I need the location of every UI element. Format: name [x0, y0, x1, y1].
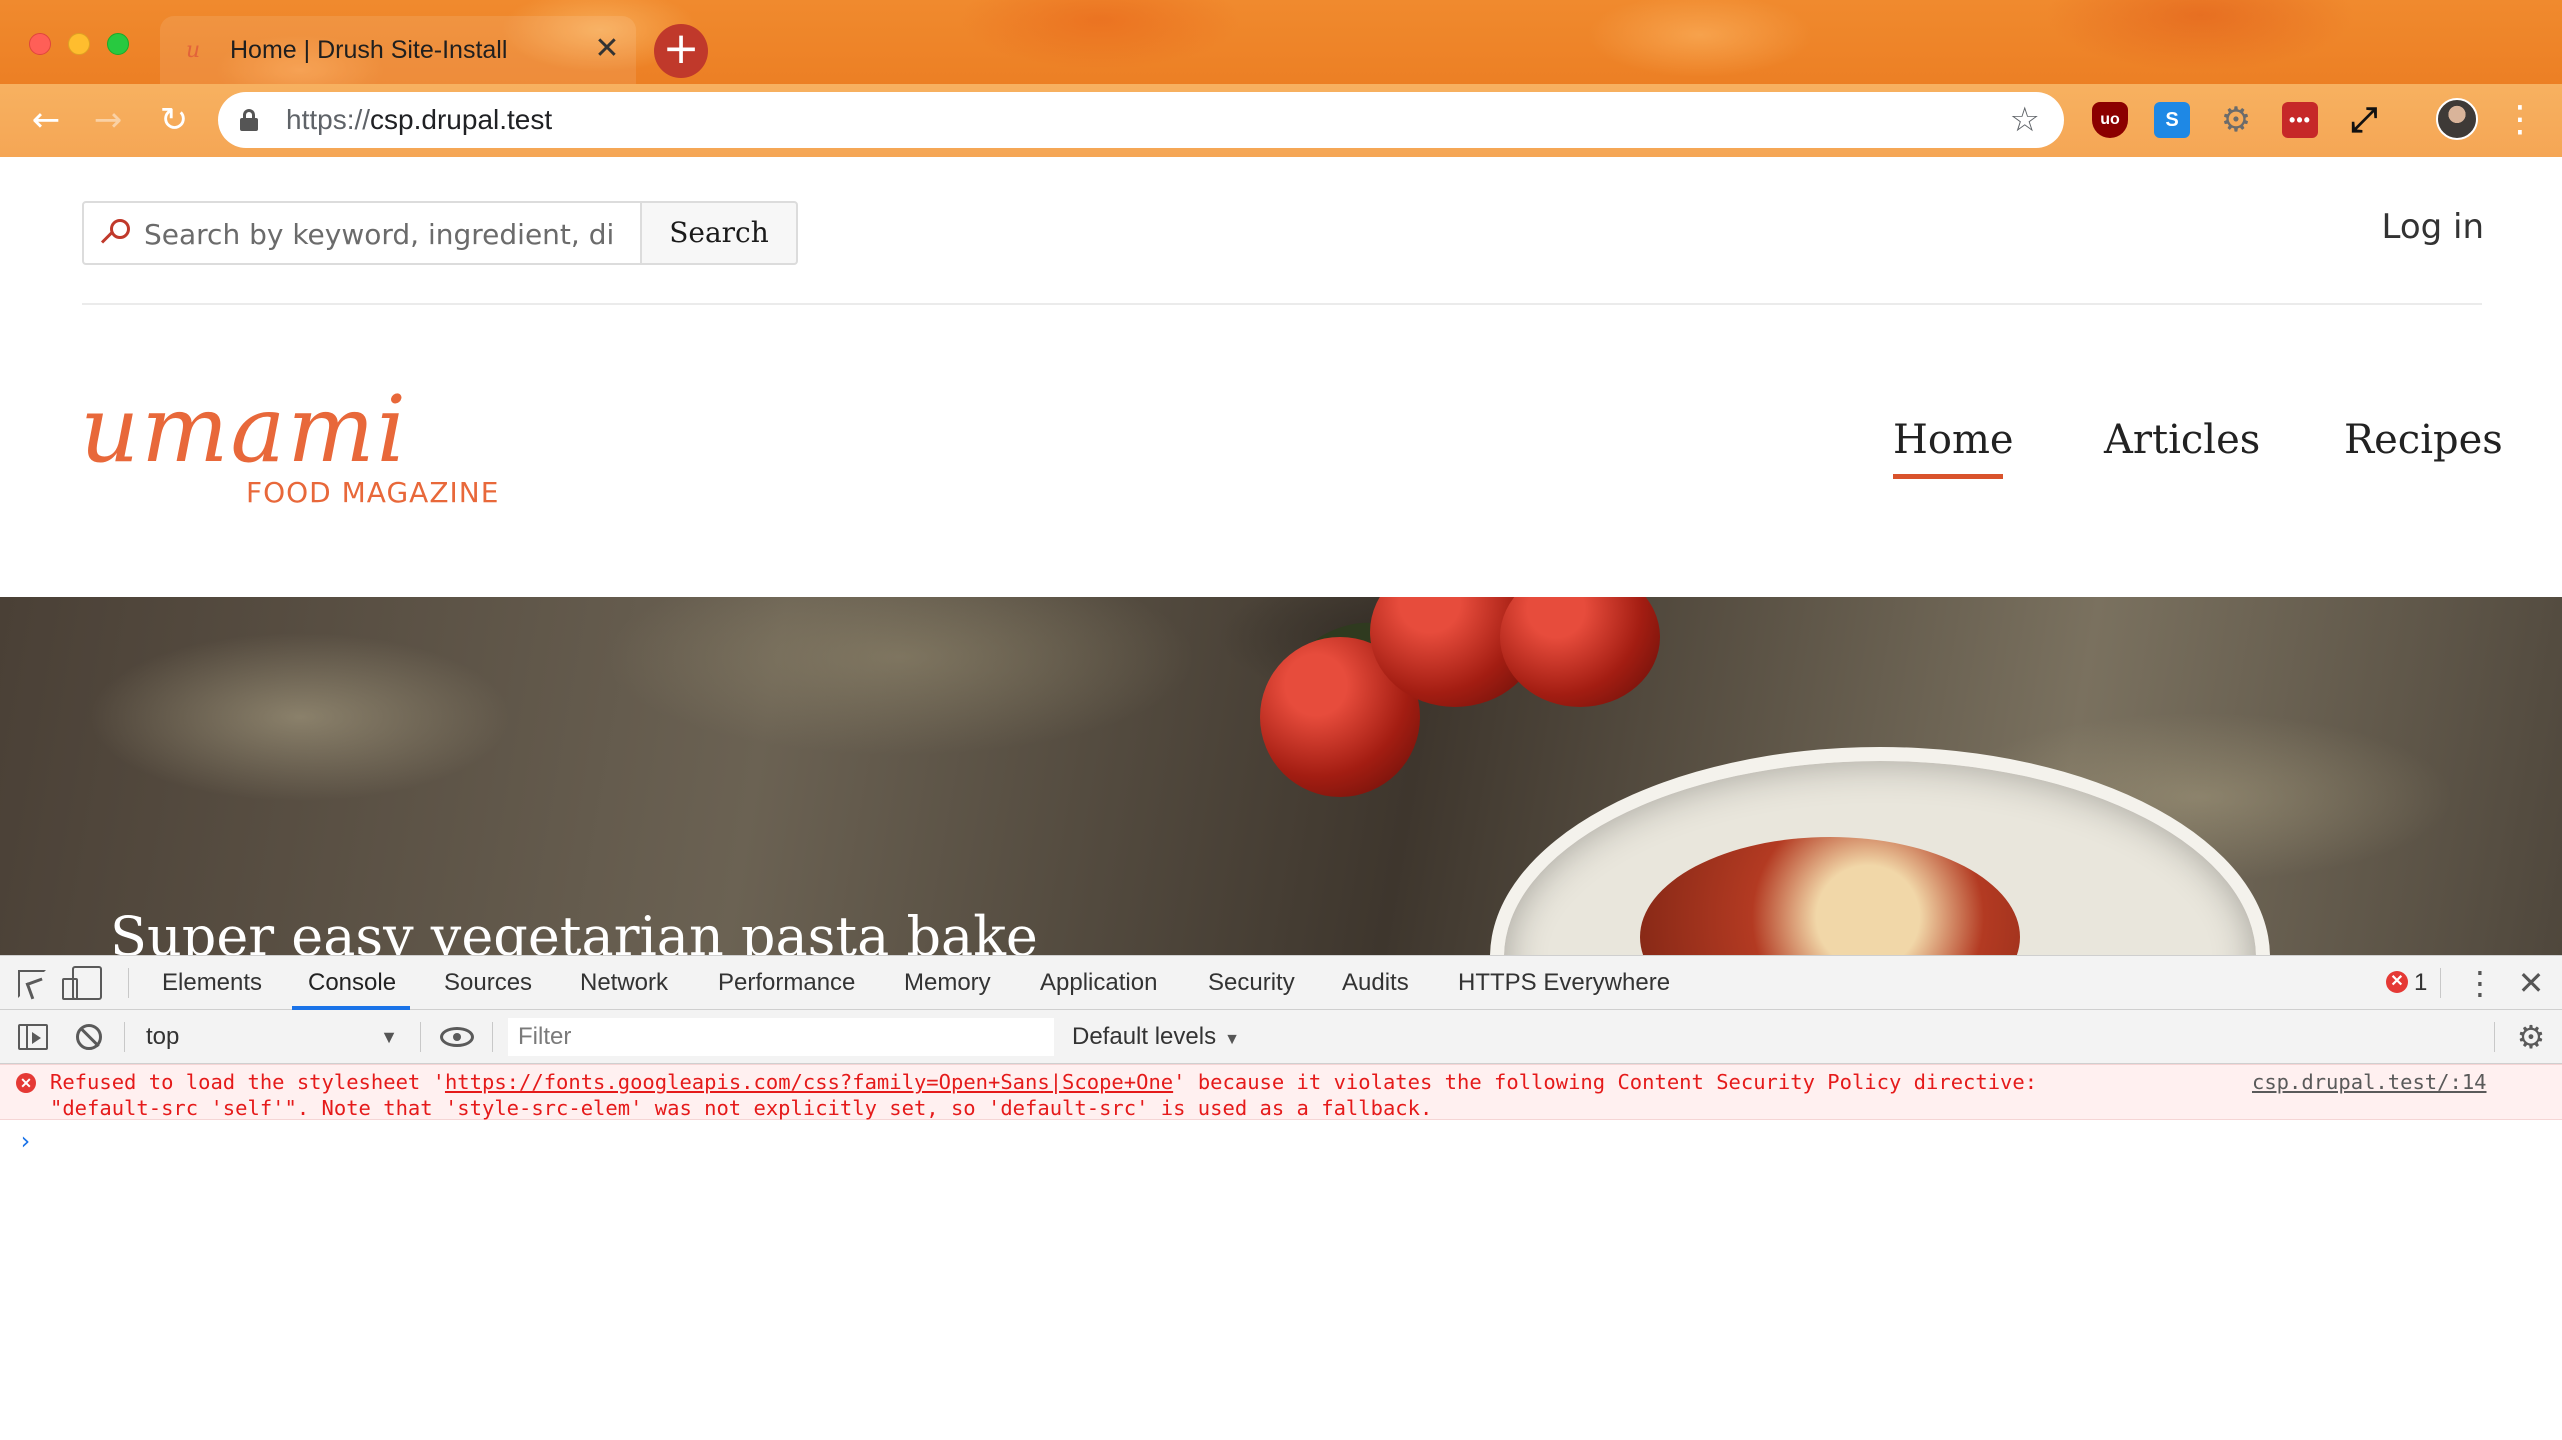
devtools-panel: Elements Console Sources Network Perform…: [0, 955, 2562, 1440]
favicon-icon: u: [186, 38, 201, 63]
profile-avatar[interactable]: [2436, 98, 2478, 140]
browser-tab[interactable]: u Home | Drush Site-Install ✕: [160, 16, 636, 84]
url-scheme: https://: [286, 104, 371, 135]
toolbar-separator: [128, 968, 129, 998]
browser-chrome: u Home | Drush Site-Install ✕ + ← → ↻ ht…: [0, 0, 2562, 157]
error-icon: ✕: [16, 1073, 36, 1093]
console-prompt[interactable]: ›: [18, 1126, 32, 1156]
login-link[interactable]: Log in: [2381, 207, 2484, 247]
search-form: Search: [82, 201, 798, 265]
s-extension-icon[interactable]: S: [2154, 102, 2190, 138]
nav-item-recipes[interactable]: Recipes: [2344, 417, 2503, 463]
url-text[interactable]: https://csp.drupal.test: [286, 104, 552, 136]
devtools-tabbar: Elements Console Sources Network Perform…: [0, 956, 2562, 1010]
console-settings-gear-icon[interactable]: ⚙: [2514, 1020, 2548, 1054]
devtools-tab-https-everywhere[interactable]: HTTPS Everywhere: [1458, 956, 1670, 1010]
log-levels-label: Default levels: [1072, 1023, 1217, 1050]
toolbar-separator: [124, 1022, 125, 1052]
search-icon: [100, 217, 134, 251]
chevron-down-icon: ▼: [1224, 1031, 1240, 1048]
devtools-close-icon[interactable]: ✕: [2516, 964, 2546, 1002]
error-count[interactable]: 1: [2414, 968, 2427, 998]
error-message-text: Refused to load the stylesheet 'https://…: [50, 1069, 2200, 1121]
devtools-tab-performance[interactable]: Performance: [718, 956, 855, 1010]
zoom-window-button[interactable]: [107, 33, 129, 55]
nav-item-articles[interactable]: Articles: [2104, 417, 2260, 463]
context-selector[interactable]: top ▼: [146, 1018, 406, 1056]
devtools-tab-security[interactable]: Security: [1208, 956, 1295, 1010]
web-page: Search Log in umami FOOD MAGAZINE Home A…: [0, 157, 2562, 955]
console-filter-input[interactable]: [508, 1018, 1054, 1056]
clear-console-icon[interactable]: [76, 1024, 102, 1050]
lock-icon[interactable]: [240, 109, 258, 131]
error-text-line2: "default-src 'self'". Note that 'style-s…: [50, 1096, 1433, 1120]
gear-extension-icon[interactable]: ⚙: [2218, 102, 2254, 138]
toolbar-separator: [492, 1022, 493, 1052]
toolbar-separator: [2440, 968, 2441, 998]
browser-menu-icon[interactable]: ⋮: [2502, 98, 2538, 142]
context-value: top: [146, 1023, 180, 1050]
devtools-tab-console[interactable]: Console: [308, 956, 396, 1010]
hero-banner[interactable]: Super easy vegetarian pasta bake: [0, 597, 2562, 955]
console-error-message[interactable]: ✕ Refused to load the stylesheet 'https:…: [0, 1064, 2562, 1120]
address-bar[interactable]: https://csp.drupal.test ☆: [218, 92, 2064, 148]
logo-wordmark: umami: [80, 376, 409, 483]
lastpass-extension-icon[interactable]: •••: [2282, 102, 2318, 138]
devtools-tab-sources[interactable]: Sources: [444, 956, 532, 1010]
tab-title: Home | Drush Site-Install: [230, 36, 508, 64]
inspect-element-icon[interactable]: [18, 970, 46, 998]
devtools-tab-network[interactable]: Network: [580, 956, 668, 1010]
devtools-tab-audits[interactable]: Audits: [1342, 956, 1409, 1010]
tab-close-icon[interactable]: ✕: [590, 32, 624, 66]
log-levels-dropdown[interactable]: Default levels ▼: [1072, 1018, 1240, 1056]
devtools-tab-memory[interactable]: Memory: [904, 956, 991, 1010]
reload-icon[interactable]: ↻: [152, 98, 196, 142]
minimize-window-button[interactable]: [68, 33, 90, 55]
site-logo[interactable]: umami FOOD MAGAZINE: [80, 375, 500, 515]
error-text-suffix: ' because it violates the following Cont…: [1173, 1070, 2038, 1094]
browser-toolbar: ← → ↻ https://csp.drupal.test ☆ uo S ⚙ •…: [0, 84, 2562, 157]
header-divider: [82, 303, 2482, 305]
stylesheet-url-link[interactable]: https://fonts.googleapis.com/css?family=…: [445, 1070, 1173, 1094]
logo-subtitle: FOOD MAGAZINE: [246, 476, 500, 509]
url-host: csp.drupal.test: [370, 104, 553, 135]
toolbar-separator: [2494, 1022, 2495, 1052]
hero-caption: Super easy vegetarian pasta bake: [110, 905, 1038, 955]
live-expression-eye-icon[interactable]: [440, 1027, 474, 1047]
close-window-button[interactable]: [29, 33, 51, 55]
back-arrow-icon[interactable]: ←: [24, 98, 68, 142]
devtools-tab-application[interactable]: Application: [1040, 956, 1157, 1010]
search-input[interactable]: [144, 213, 638, 255]
error-source-link[interactable]: csp.drupal.test/:14: [2252, 1069, 2487, 1095]
error-text-prefix: Refused to load the stylesheet ': [50, 1070, 445, 1094]
nav-item-home[interactable]: Home: [1893, 417, 2014, 463]
devtools-tab-elements[interactable]: Elements: [162, 956, 262, 1010]
expand-extension-icon[interactable]: ⤢: [2346, 102, 2382, 138]
nav-active-indicator: [1893, 474, 2003, 479]
console-toolbar: top ▼ Default levels ▼ ⚙: [0, 1010, 2562, 1064]
tomato-image: [1500, 597, 1660, 707]
bookmark-star-icon[interactable]: ☆: [2010, 100, 2040, 140]
toolbar-separator: [420, 1022, 421, 1052]
forward-arrow-icon[interactable]: →: [86, 98, 130, 142]
error-badge-icon[interactable]: ✕: [2386, 971, 2408, 993]
search-button[interactable]: Search: [640, 201, 798, 265]
device-toolbar-icon[interactable]: [62, 966, 102, 1000]
chevron-down-icon: ▼: [380, 1027, 398, 1047]
console-sidebar-icon[interactable]: [18, 1024, 48, 1050]
ublock-extension-icon[interactable]: uo: [2092, 102, 2128, 138]
devtools-menu-icon[interactable]: ⋮: [2464, 964, 2496, 1002]
new-tab-button[interactable]: +: [654, 24, 708, 78]
